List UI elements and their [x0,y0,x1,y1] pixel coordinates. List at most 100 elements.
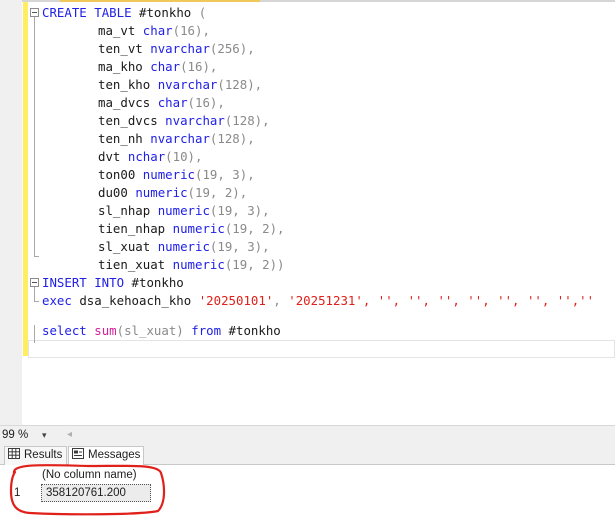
change-tracking-bar [23,2,28,356]
column-name: ten_nh [98,131,143,146]
column-header[interactable]: (No column name) [42,469,137,481]
tab-messages[interactable]: Messages [68,446,144,465]
code-line: ten_kho nvarchar(128), [98,76,262,94]
data-type: numeric [172,221,225,236]
string-literal: , '', '', '', '', '', '', '','' [362,293,595,308]
data-type: nvarchar [165,113,225,128]
code-line: exec dsa_kehoach_kho '20250101', '202512… [42,292,594,310]
code-line: ten_nh nvarchar(128), [98,130,255,148]
table-name: #tonkho [139,5,192,20]
column-name: ten_kho [98,77,151,92]
code-line: ma_dvcs char(16), [98,94,225,112]
type-args: (16), [180,59,218,74]
fold-guide [34,325,35,343]
zoom-level[interactable]: 99 % [2,429,28,441]
code-line: ton00 numeric(19, 3), [98,166,255,184]
function-args: (sl_xuat) [116,323,184,338]
results-grid[interactable]: (No column name) 1 358120761.200 [0,466,615,520]
table-name: #tonkho [131,275,184,290]
code-line: du00 numeric(19, 2), [98,184,247,202]
code-line: CREATE TABLE #tonkho ( [42,4,206,22]
collapse-icon[interactable] [30,278,39,287]
string-literal: '20251231' [288,293,363,308]
result-cell[interactable]: 358120761.200 [41,484,151,502]
data-type: numeric [142,167,195,182]
column-name: ton00 [98,167,136,182]
results-tabs: Results Messages [0,444,615,465]
type-args: (16), [187,95,225,110]
collapse-icon[interactable] [30,8,39,17]
column-name: sl_xuat [98,239,151,254]
keyword: CREATE [42,5,87,20]
code-line: dvt nchar(10), [98,148,202,166]
type-args: (19, 3), [209,239,270,254]
data-type: numeric [172,257,225,272]
column-name: ten_vt [98,41,143,56]
fold-guide [34,17,35,257]
query-editor[interactable]: CREATE TABLE #tonkho ( ma_vt char(16), t… [0,0,615,425]
column-name: ma_vt [98,23,136,38]
code-line: sl_nhap numeric(19, 3), [98,202,270,220]
type-args: (19, 2), [224,221,285,236]
string-literal: '20250101' [198,293,274,308]
column-name: ten_dvcs [98,113,158,128]
tab-results[interactable]: Results [4,446,67,465]
code-line: select sum(sl_xuat) from #tonkho [42,322,281,340]
function-name: sum [94,323,117,338]
keyword: from [191,323,222,338]
code-line: ma_vt char(16), [98,22,210,40]
editor-top-stripe [0,0,615,2]
data-type: nvarchar [150,131,210,146]
procedure-name: dsa_kehoach_kho [79,293,192,308]
keyword: exec [42,293,72,308]
column-name: dvt [98,149,121,164]
keyword: INSERT INTO [42,275,125,290]
code-line: sl_xuat numeric(19, 3), [98,238,270,256]
column-name: tien_xuat [98,257,166,272]
row-number[interactable]: 1 [14,487,20,499]
grid-icon [8,448,20,459]
type-args: (128), [217,77,263,92]
keyword: TABLE [94,5,132,20]
data-type: char [157,95,188,110]
column-name: tien_nhap [98,221,166,236]
chevron-down-icon[interactable]: ▾ [42,430,47,441]
editor-gutter [0,0,22,425]
column-name: ma_dvcs [98,95,151,110]
data-type: numeric [157,203,210,218]
code-line: ten_vt nvarchar(256), [98,40,255,58]
type-args: (19, 3), [195,167,255,182]
code-line: ma_kho char(16), [98,58,217,76]
data-type: char [150,59,181,74]
table-name: #tonkho [228,323,281,338]
data-type: char [142,23,173,38]
column-name: du00 [98,185,128,200]
zoom-bar: 99 % ▾ ◂ [0,425,615,444]
data-type: nvarchar [150,41,210,56]
code-line: ten_dvcs nvarchar(128), [98,112,270,130]
comma: , [273,293,281,308]
type-args: (19, 2)) [224,257,285,272]
column-name: sl_nhap [98,203,151,218]
tab-results-label: Results [24,449,63,461]
fold-guide-end [34,256,39,257]
results-pane: Results Messages (No column name) 1 3581… [0,444,615,520]
paren: ( [198,5,207,20]
type-args: (16), [172,23,210,38]
type-args: (19, 3), [209,203,270,218]
data-type: numeric [135,185,188,200]
scroll-left-icon[interactable]: ◂ [67,429,72,440]
fold-guide-end [34,301,39,302]
code-line: tien_nhap numeric(19, 2), [98,220,285,238]
tab-messages-label: Messages [88,449,141,461]
column-name: ma_kho [98,59,143,74]
type-args: (256), [209,41,255,56]
code-line: INSERT INTO #tonkho [42,274,184,292]
code-line: tien_xuat numeric(19, 2)) [98,256,285,274]
keyword: select [42,323,87,338]
fold-guide [34,287,35,301]
type-args: (128), [209,131,255,146]
type-args: (19, 2), [187,185,248,200]
current-line-highlight [28,340,615,358]
type-args: (128), [224,113,270,128]
